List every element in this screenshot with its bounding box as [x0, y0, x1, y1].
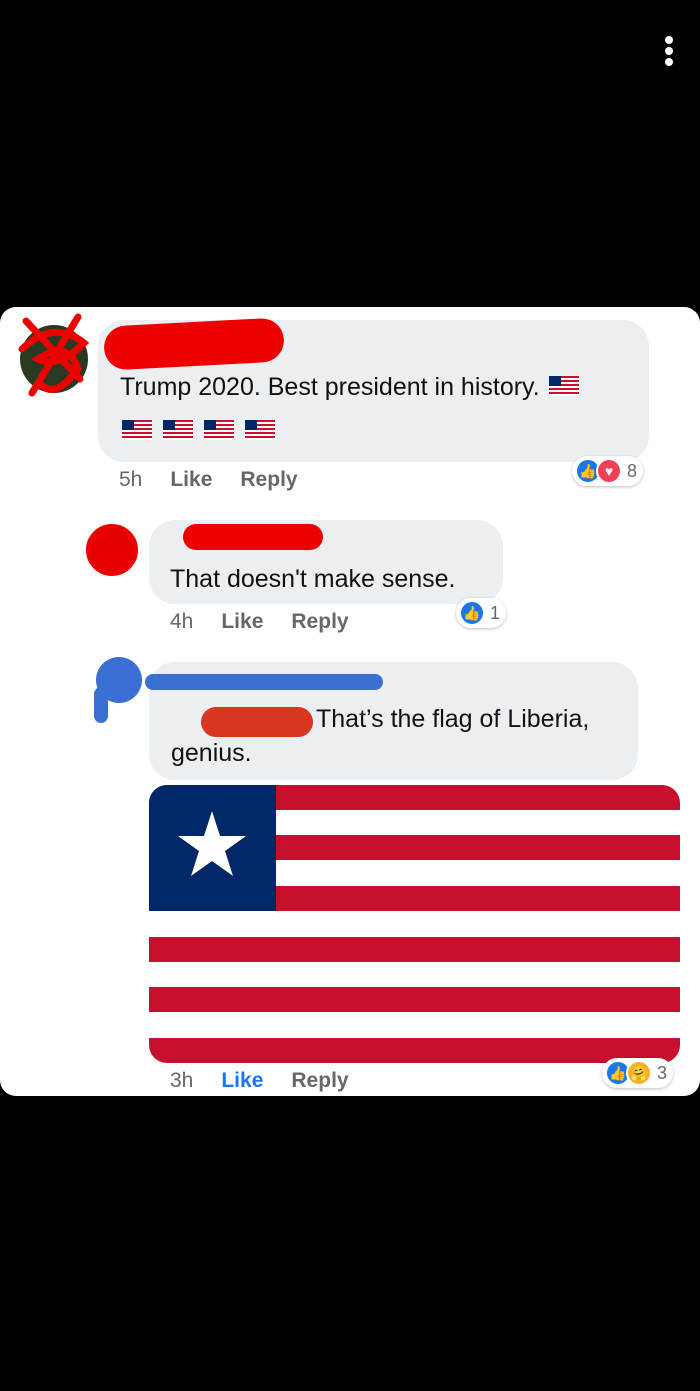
- comment-meta: 5h Like Reply: [119, 468, 298, 492]
- comment-text: Trump 2020. Best president in history.: [120, 370, 640, 449]
- reactions-summary[interactable]: 👍 🤗 3: [602, 1058, 674, 1088]
- timestamp: 4h: [170, 610, 194, 633]
- liberia-flag-emoji: [203, 415, 234, 449]
- timestamp: 5h: [119, 468, 143, 491]
- reply-button[interactable]: Reply: [291, 1069, 348, 1093]
- like-reaction-icon: 👍: [459, 600, 485, 626]
- author-name-redacted[interactable]: [102, 317, 286, 371]
- mention-redacted[interactable]: [201, 707, 313, 737]
- liberia-flag-emoji: [244, 415, 275, 449]
- author-name-redacted[interactable]: [183, 524, 323, 550]
- liberia-flag-emoji: [122, 415, 152, 449]
- love-reaction-icon: ♥: [596, 458, 622, 484]
- reactions-summary[interactable]: 👍 1: [456, 598, 507, 628]
- liberia-flag-image[interactable]: [149, 785, 680, 1063]
- avatar-redaction: [18, 313, 90, 397]
- reply-button[interactable]: Reply: [291, 610, 348, 634]
- avatar[interactable]: [86, 524, 138, 576]
- more-options-icon[interactable]: [664, 36, 674, 68]
- reactions-summary[interactable]: 👍 ♥ 8: [572, 456, 644, 486]
- comment-thread: Trump 2020. Best president in history. 5…: [0, 307, 700, 1096]
- author-name-redacted[interactable]: [145, 674, 383, 690]
- like-button[interactable]: Like: [221, 610, 263, 634]
- comment-text-line: genius.: [171, 739, 252, 767]
- comment-bubble: That doesn't make sense.: [149, 520, 503, 604]
- like-button[interactable]: Like: [170, 468, 212, 492]
- comment-bubble: Trump 2020. Best president in history.: [98, 317, 649, 462]
- comment-meta: 3h Like Reply: [170, 1069, 349, 1093]
- liberia-flag-emoji: [162, 415, 193, 449]
- reply-button[interactable]: Reply: [240, 468, 297, 492]
- liberia-flag-emoji: [548, 371, 579, 405]
- reaction-count: 8: [627, 460, 638, 481]
- comment-text: That doesn't make sense.: [170, 565, 456, 593]
- avatar-redaction: [94, 687, 108, 723]
- reaction-count: 1: [490, 602, 501, 623]
- comment-text-body: Trump 2020. Best president in history.: [120, 373, 540, 401]
- comment-bubble: That’s the flag of Liberia, genius.: [145, 662, 638, 780]
- reaction-count: 3: [657, 1062, 668, 1083]
- like-button[interactable]: Like: [221, 1069, 263, 1093]
- care-reaction-icon: 🤗: [626, 1060, 652, 1086]
- timestamp: 3h: [170, 1069, 194, 1092]
- comment-meta: 4h Like Reply: [170, 610, 349, 634]
